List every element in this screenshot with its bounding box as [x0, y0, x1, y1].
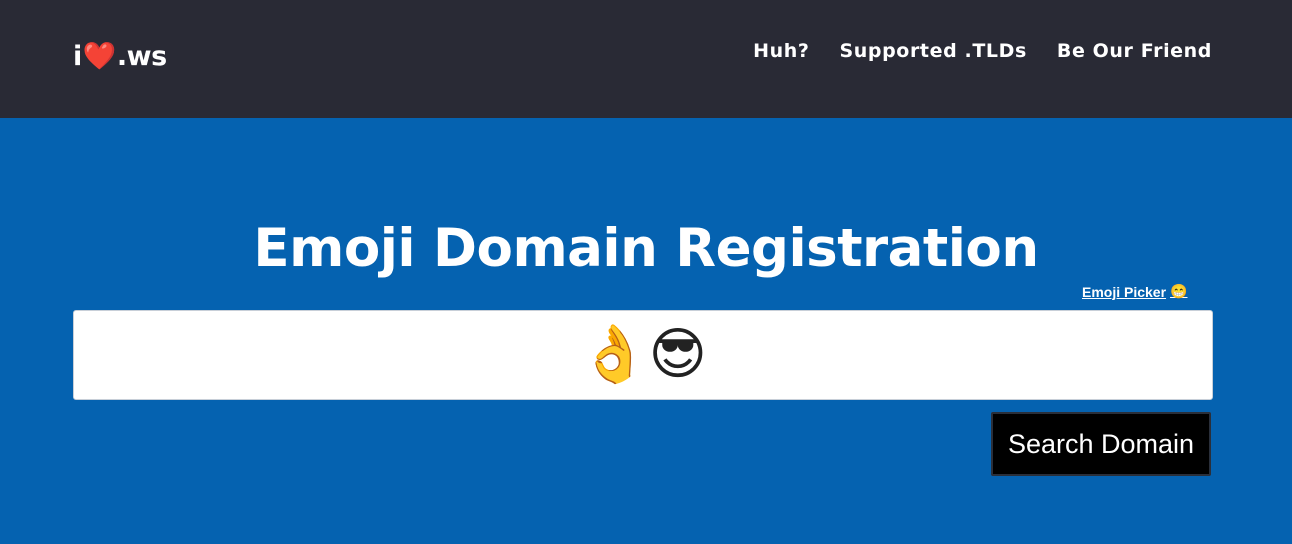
page-title: Emoji Domain Registration	[253, 218, 1039, 279]
emoji-picker-label: Emoji Picker	[1082, 283, 1167, 300]
domain-search-input[interactable]	[73, 310, 1213, 400]
emoji-picker-link[interactable]: Emoji Picker 😁	[1082, 283, 1187, 300]
nav-link-huh[interactable]: Huh?	[753, 40, 809, 62]
hero-section: Emoji Domain Registration Emoji Picker 😁…	[0, 118, 1292, 544]
nav-link-be-our-friend[interactable]: Be Our Friend	[1057, 40, 1212, 62]
logo-prefix: i	[73, 40, 82, 72]
top-navbar: i ❤️ .ws Huh? Supported .TLDs Be Our Frien…	[0, 0, 1292, 118]
main-nav: Huh? Supported .TLDs Be Our Friend	[753, 40, 1212, 62]
logo-suffix: .ws	[116, 40, 167, 72]
grin-emoji-icon: 😁	[1170, 283, 1188, 299]
search-domain-button[interactable]: Search Domain	[991, 412, 1211, 476]
heart-icon: ❤️	[82, 41, 117, 72]
site-logo[interactable]: i ❤️ .ws	[73, 40, 167, 73]
nav-link-supported-tlds[interactable]: Supported .TLDs	[840, 40, 1027, 62]
